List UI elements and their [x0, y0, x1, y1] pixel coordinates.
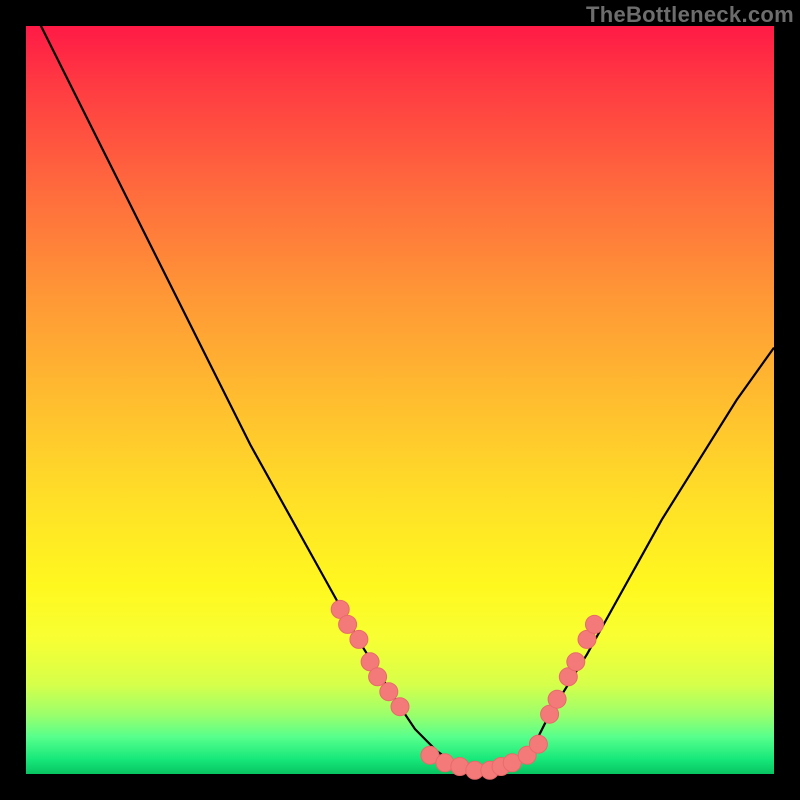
curve-marker [529, 735, 547, 753]
curve-markers [331, 600, 603, 779]
curve-marker [350, 630, 368, 648]
curve-marker [391, 698, 409, 716]
curve-marker [548, 690, 566, 708]
curve-marker [586, 615, 604, 633]
plot-frame [26, 26, 774, 774]
watermark-text: TheBottleneck.com [586, 2, 794, 28]
curve-marker [369, 668, 387, 686]
curve-marker [567, 653, 585, 671]
curve-marker [380, 683, 398, 701]
bottleneck-curve [26, 0, 774, 774]
curve-marker [339, 615, 357, 633]
curve-layer [26, 26, 774, 774]
